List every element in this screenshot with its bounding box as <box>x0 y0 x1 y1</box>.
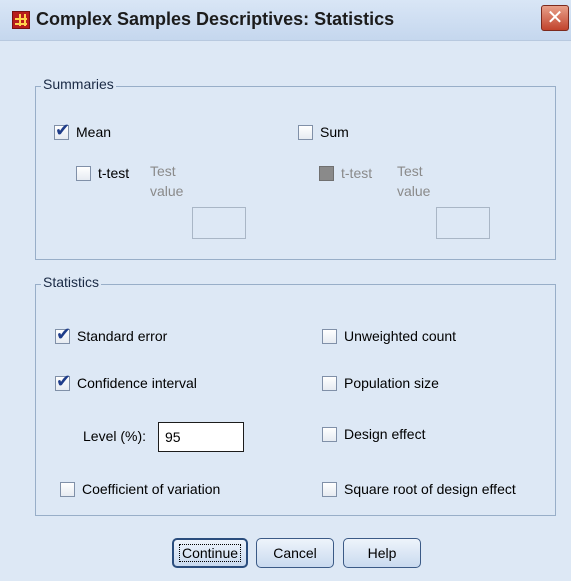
coefficient-of-variation-checkbox-row[interactable]: Coefficient of variation <box>60 479 220 499</box>
cancel-label: Cancel <box>273 545 317 561</box>
sum-checkbox-row[interactable]: Sum <box>298 122 349 142</box>
cancel-button[interactable]: Cancel <box>256 538 334 568</box>
mean-test-value-input[interactable] <box>192 207 246 239</box>
window-title: Complex Samples Descriptives: Statistics <box>36 9 395 29</box>
design-effect-checkbox[interactable] <box>322 426 337 442</box>
design-effect-checkbox-row[interactable]: Design effect <box>322 424 425 444</box>
mean-ttest-checkbox-row[interactable]: t-test <box>76 163 129 183</box>
sum-label: Sum <box>320 124 349 140</box>
sum-checkbox[interactable] <box>298 124 313 140</box>
sqrt-design-effect-checkbox-row[interactable]: Square root of design effect <box>322 479 516 499</box>
mean-ttest-checkbox[interactable] <box>76 165 91 181</box>
confidence-interval-checkbox-row[interactable]: Confidence interval <box>55 371 197 393</box>
standard-error-checkbox-row[interactable]: Standard error <box>55 324 168 346</box>
close-button[interactable]: ✕ <box>541 5 569 31</box>
sum-ttest-checkbox <box>319 165 334 181</box>
title-bar[interactable]: Complex Samples Descriptives: Statistics… <box>0 0 571 41</box>
unweighted-count-checkbox-row[interactable]: Unweighted count <box>322 326 456 346</box>
unweighted-count-label: Unweighted count <box>344 328 457 344</box>
sum-ttest-checkbox-row: t-test <box>319 163 372 183</box>
sum-test-value-label-2: value <box>397 183 431 199</box>
help-button[interactable]: Help <box>343 538 421 568</box>
sqrt-design-effect-checkbox[interactable] <box>322 481 337 497</box>
sum-test-value-label-1: Test <box>397 163 423 179</box>
sum-test-value-input <box>436 207 490 239</box>
app-icon <box>12 11 30 29</box>
mean-ttest-label: t-test <box>98 165 130 181</box>
dialog-window: Complex Samples Descriptives: Statistics… <box>0 0 571 581</box>
coefficient-of-variation-checkbox[interactable] <box>60 481 75 497</box>
standard-error-label: Standard error <box>77 328 168 344</box>
standard-error-checkbox[interactable] <box>55 324 71 345</box>
continue-label: Continue <box>178 544 242 562</box>
level-input[interactable] <box>158 422 244 452</box>
level-label: Level (%): <box>83 428 147 444</box>
close-icon: ✕ <box>546 5 564 29</box>
mean-checkbox[interactable] <box>54 120 70 141</box>
population-size-checkbox-row[interactable]: Population size <box>322 373 439 393</box>
mean-label: Mean <box>76 124 112 140</box>
population-size-checkbox[interactable] <box>322 375 337 391</box>
unweighted-count-checkbox[interactable] <box>322 328 337 344</box>
confidence-interval-label: Confidence interval <box>77 375 197 391</box>
population-size-label: Population size <box>344 375 439 391</box>
help-label: Help <box>367 545 397 561</box>
mean-checkbox-row[interactable]: Mean <box>54 120 112 142</box>
mean-test-value-label-2: value <box>150 183 184 199</box>
sqrt-design-effect-label: Square root of design effect <box>344 481 516 497</box>
summaries-legend: Summaries <box>41 76 116 92</box>
confidence-interval-checkbox[interactable] <box>55 371 71 392</box>
sum-ttest-label: t-test <box>341 165 373 181</box>
design-effect-label: Design effect <box>344 426 426 442</box>
coefficient-of-variation-label: Coefficient of variation <box>82 481 221 497</box>
continue-button[interactable]: Continue <box>172 538 248 568</box>
mean-test-value-label-1: Test <box>150 163 176 179</box>
statistics-legend: Statistics <box>41 274 102 290</box>
